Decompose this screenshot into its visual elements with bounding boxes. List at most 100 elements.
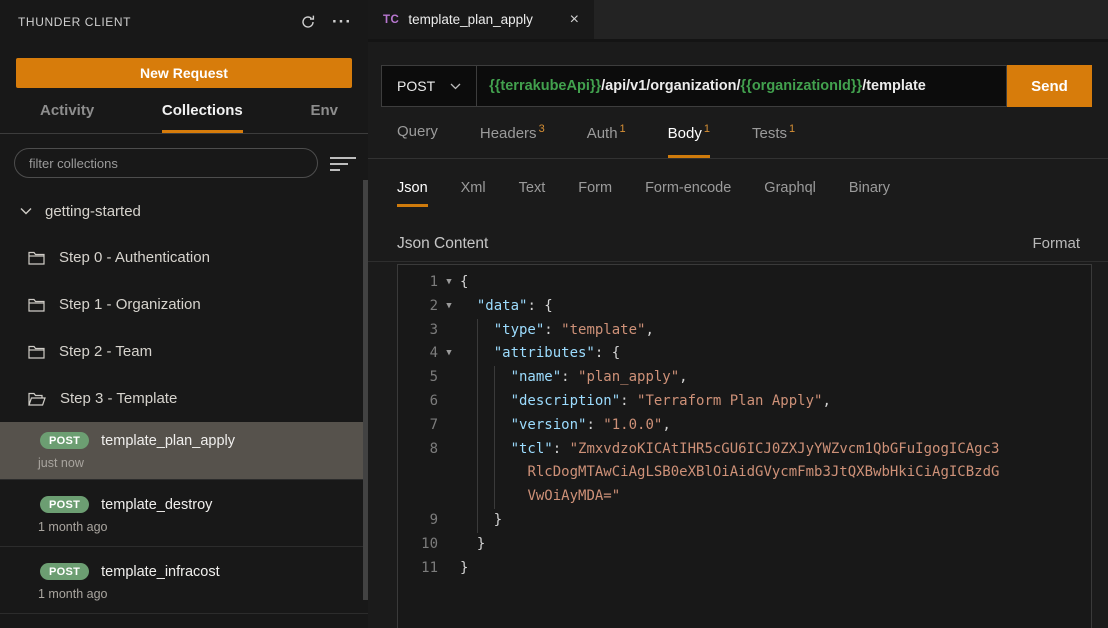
indent-guide <box>477 438 478 462</box>
sidebar-tab-collections[interactable]: Collections <box>162 102 243 133</box>
code-token <box>460 298 477 314</box>
line-number: 1 <box>398 271 438 295</box>
folder-step-1-organization[interactable]: Step 1 - Organization <box>0 281 368 328</box>
json-editor-wrap: 1▼{2▼ "data": {3 "type": "template",4▼ "… <box>368 262 1108 628</box>
code-token: , <box>662 417 670 433</box>
fold-gutter <box>438 438 460 462</box>
code-text: "description": "Terraform Plan Apply", <box>460 390 1091 414</box>
folder-icon <box>28 298 45 312</box>
code-line: RlcDogMTAwCiAgLSB0eXBlOiAidGVycmFmb3JtQX… <box>398 461 1091 485</box>
fold-gutter <box>438 557 460 581</box>
indent-guide <box>494 438 495 462</box>
collections-tree: getting-started Step 0 - Authentication S… <box>0 188 368 614</box>
url-variable: {{organizationId}} <box>741 78 863 94</box>
code-line: VwOiAyMDA=" <box>398 485 1091 509</box>
url-input[interactable]: {{terrakubeApi}}/api/v1/organization/{{o… <box>477 78 938 94</box>
tab-body[interactable]: Body1 <box>668 123 710 158</box>
code-text: "data": { <box>460 295 1091 319</box>
body-tab-binary[interactable]: Binary <box>849 180 890 207</box>
filter-collections-input[interactable] <box>14 148 318 178</box>
folder-step-0-authentication[interactable]: Step 0 - Authentication <box>0 234 368 281</box>
indent-guide <box>477 342 478 366</box>
send-button[interactable]: Send <box>1007 65 1092 107</box>
code-token: RlcDogMTAwCiAgLSB0eXBlOiAidGVycmFmb3JtQX… <box>527 464 999 480</box>
code-text: { <box>460 271 1091 295</box>
format-button[interactable]: Format <box>1032 235 1080 252</box>
fold-icon[interactable]: ▼ <box>438 295 460 319</box>
folder-label: Step 1 - Organization <box>59 296 201 313</box>
code-text: "version": "1.0.0", <box>460 414 1091 438</box>
code-token <box>460 393 511 409</box>
json-editor[interactable]: 1▼{2▼ "data": {3 "type": "template",4▼ "… <box>397 264 1092 628</box>
thunder-client-window: THUNDER CLIENT ··· New Request ActivityC… <box>0 0 1108 628</box>
code-token: } <box>460 536 485 552</box>
sort-icon[interactable] <box>330 155 356 171</box>
code-token: "name" <box>511 369 562 385</box>
body-tab-form-encode[interactable]: Form-encode <box>645 180 731 207</box>
indent-guide <box>494 414 495 438</box>
tab-count: 1 <box>789 123 795 135</box>
body-tab-json[interactable]: Json <box>397 180 428 207</box>
indent-guide <box>477 414 478 438</box>
chevron-down-icon <box>450 83 461 90</box>
tab-tests[interactable]: Tests1 <box>752 123 795 158</box>
code-token: , <box>822 393 830 409</box>
body-tab-text[interactable]: Text <box>519 180 546 207</box>
body-tab-xml[interactable]: Xml <box>461 180 486 207</box>
code-token: "tcl" <box>511 441 553 457</box>
folder-step-3-template[interactable]: Step 3 - Template <box>0 375 368 422</box>
tab-count: 1 <box>704 123 710 135</box>
folder-step-2-team[interactable]: Step 2 - Team <box>0 328 368 375</box>
sidebar-tab-env[interactable]: Env <box>310 102 338 133</box>
request-template-infracost[interactable]: POSTtemplate_infracost1 month ago <box>0 546 368 614</box>
fold-gutter <box>438 366 460 390</box>
editor-tabstrip: TC template_plan_apply × <box>368 0 1108 42</box>
request-name: template_destroy <box>101 497 212 513</box>
request-timestamp: 1 month ago <box>38 587 368 601</box>
code-line: 2▼ "data": { <box>398 295 1091 319</box>
method-dropdown[interactable]: POST <box>382 66 477 106</box>
request-template-destroy[interactable]: POSTtemplate_destroy1 month ago <box>0 479 368 546</box>
line-number: 4 <box>398 342 438 366</box>
fold-gutter <box>438 414 460 438</box>
new-request-button[interactable]: New Request <box>16 58 352 88</box>
close-icon[interactable]: × <box>567 11 582 29</box>
chevron-down-icon <box>20 207 32 215</box>
fold-icon[interactable]: ▼ <box>438 271 460 295</box>
collection-getting-started[interactable]: getting-started <box>0 188 368 234</box>
folder-label: Step 0 - Authentication <box>59 249 210 266</box>
fold-icon[interactable]: ▼ <box>438 342 460 366</box>
json-content-label: Json Content <box>397 235 488 253</box>
code-token: : { <box>527 298 552 314</box>
indent-guide <box>494 461 495 485</box>
thunder-client-icon: TC <box>383 14 399 26</box>
code-line: 1▼{ <box>398 271 1091 295</box>
fold-gutter <box>438 485 460 509</box>
tab-query[interactable]: Query <box>397 123 438 158</box>
code-token <box>460 417 511 433</box>
collection-name: getting-started <box>45 203 141 220</box>
body-tab-form[interactable]: Form <box>578 180 612 207</box>
body-tab-graphql[interactable]: Graphql <box>764 180 816 207</box>
url-path: /api/v1/organization/ <box>601 78 740 94</box>
code-token: : <box>553 441 570 457</box>
code-token: : <box>586 417 603 433</box>
sidebar-tab-activity[interactable]: Activity <box>40 102 94 133</box>
code-line: 3 "type": "template", <box>398 319 1091 343</box>
request-panel: TC template_plan_apply × POST {{terrakub… <box>368 0 1108 628</box>
refresh-icon[interactable] <box>300 14 316 30</box>
code-line: 7 "version": "1.0.0", <box>398 414 1091 438</box>
tab-auth[interactable]: Auth1 <box>587 123 626 158</box>
line-number: 6 <box>398 390 438 414</box>
fold-gutter <box>438 533 460 557</box>
line-number: 7 <box>398 414 438 438</box>
tab-headers[interactable]: Headers3 <box>480 123 545 158</box>
code-text: VwOiAyMDA=" <box>460 485 1091 509</box>
more-icon[interactable]: ··· <box>332 17 352 27</box>
fold-gutter <box>438 319 460 343</box>
request-template-plan-apply[interactable]: POSTtemplate_plan_applyjust now <box>0 422 368 479</box>
code-token: } <box>460 560 468 576</box>
tab-count: 3 <box>539 123 545 135</box>
sidebar-tabs: Activity Collections Env <box>0 88 368 134</box>
editor-tab[interactable]: TC template_plan_apply × <box>368 0 594 39</box>
